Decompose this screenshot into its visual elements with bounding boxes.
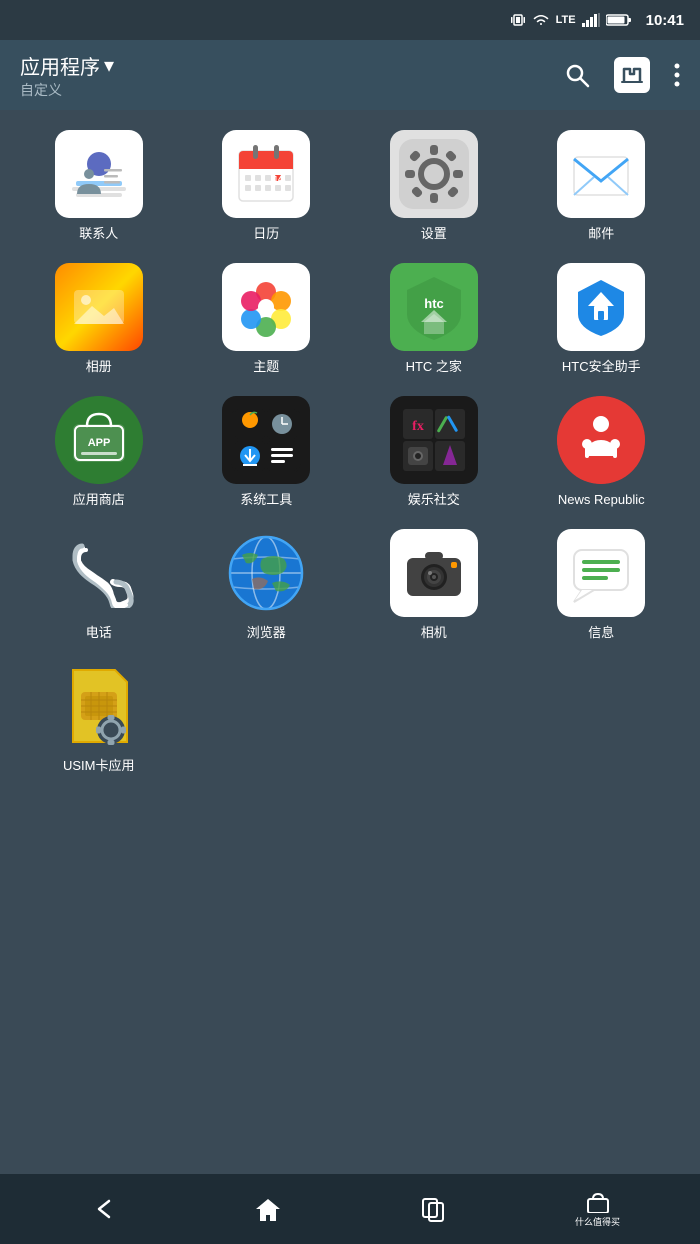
app-contacts[interactable]: 联系人 bbox=[20, 130, 178, 243]
htchome-label: HTC 之家 bbox=[406, 359, 462, 376]
status-bar: LTE 10:41 bbox=[0, 0, 700, 40]
email-icon bbox=[557, 130, 645, 218]
entertainment-label: 娱乐社交 bbox=[408, 492, 460, 509]
svg-text:fx: fx bbox=[412, 419, 424, 434]
settings-label: 设置 bbox=[421, 226, 447, 243]
app-browser[interactable]: 浏览器 bbox=[188, 529, 346, 642]
back-button[interactable] bbox=[73, 1184, 133, 1234]
watermark-button[interactable]: 什么值得买 bbox=[568, 1184, 628, 1234]
dropdown-arrow: ▾ bbox=[104, 53, 114, 78]
messages-label: 信息 bbox=[588, 625, 614, 642]
settings-icon bbox=[390, 130, 478, 218]
status-icons: LTE 10:41 bbox=[510, 12, 684, 29]
svg-text:htc: htc bbox=[424, 296, 444, 311]
camera-icon bbox=[390, 529, 478, 617]
calendar-icon: 14 bbox=[222, 130, 310, 218]
search-button[interactable] bbox=[564, 62, 590, 88]
browser-icon bbox=[222, 529, 310, 617]
calendar-label: 日历 bbox=[253, 226, 279, 243]
wifi-icon bbox=[532, 13, 550, 27]
app-entertainment[interactable]: fx 娱乐社交 bbox=[355, 396, 513, 509]
svg-text:14: 14 bbox=[274, 175, 283, 184]
app-appstore[interactable]: APP 应用商店 bbox=[20, 396, 178, 509]
gallery-icon bbox=[55, 263, 143, 351]
app-camera[interactable]: 相机 bbox=[355, 529, 513, 642]
app-calendar[interactable]: 14 日历 bbox=[188, 130, 346, 243]
top-bar-left: 应用程序 ▾ 自定义 bbox=[20, 51, 114, 100]
phone-icon bbox=[55, 529, 143, 617]
usim-icon bbox=[55, 662, 143, 750]
recent-button[interactable] bbox=[403, 1184, 463, 1234]
appstore-label: 应用商店 bbox=[73, 492, 125, 509]
usim-label: USIM卡应用 bbox=[63, 758, 135, 775]
themes-icon bbox=[222, 263, 310, 351]
camera-label: 相机 bbox=[421, 625, 447, 642]
status-time: 10:41 bbox=[646, 12, 684, 29]
watermark-text: 什么值得买 bbox=[575, 1215, 620, 1228]
contacts-icon bbox=[55, 130, 143, 218]
more-button[interactable] bbox=[674, 62, 680, 88]
app-messages[interactable]: 信息 bbox=[523, 529, 681, 642]
vibrate-icon bbox=[510, 12, 526, 28]
app-settings[interactable]: 设置 bbox=[355, 130, 513, 243]
appstore-icon: APP bbox=[55, 396, 143, 484]
top-bar: 应用程序 ▾ 自定义 bbox=[0, 40, 700, 110]
app-htcsecurity[interactable]: HTC安全助手 bbox=[523, 263, 681, 376]
app-title[interactable]: 应用程序 ▾ bbox=[20, 51, 114, 80]
app-email[interactable]: 邮件 bbox=[523, 130, 681, 243]
app-gallery[interactable]: 相册 bbox=[20, 263, 178, 376]
gallery-label: 相册 bbox=[86, 359, 112, 376]
app-phone[interactable]: 电话 bbox=[20, 529, 178, 642]
app-newsrepublic[interactable]: News Republic bbox=[523, 396, 681, 509]
app-usim[interactable]: USIM卡应用 bbox=[20, 662, 178, 775]
newsrepublic-icon bbox=[557, 396, 645, 484]
messages-icon bbox=[557, 529, 645, 617]
htc-shop-button[interactable] bbox=[614, 57, 650, 93]
signal-icon bbox=[582, 13, 600, 27]
app-systemtools[interactable]: 系统工具 bbox=[188, 396, 346, 509]
entertainment-icon: fx bbox=[390, 396, 478, 484]
phone-label: 电话 bbox=[86, 625, 112, 642]
app-grid: 联系人 14 bbox=[0, 110, 700, 784]
battery-icon bbox=[606, 13, 632, 27]
systemtools-icon bbox=[222, 396, 310, 484]
htcsecurity-icon bbox=[557, 263, 645, 351]
lte-icon: LTE bbox=[556, 14, 576, 26]
app-htchome[interactable]: htc HTC 之家 bbox=[355, 263, 513, 376]
top-bar-right bbox=[564, 57, 680, 93]
systemtools-label: 系统工具 bbox=[240, 492, 292, 509]
nav-bar: 什么值得买 bbox=[0, 1174, 700, 1244]
app-subtitle: 自定义 bbox=[20, 80, 114, 100]
browser-label: 浏览器 bbox=[247, 625, 286, 642]
home-button[interactable] bbox=[238, 1184, 298, 1234]
svg-text:APP: APP bbox=[87, 437, 110, 449]
htcsecurity-label: HTC安全助手 bbox=[562, 359, 641, 376]
newsrepublic-label: News Republic bbox=[558, 492, 645, 509]
themes-label: 主题 bbox=[253, 359, 279, 376]
email-label: 邮件 bbox=[588, 226, 614, 243]
app-themes[interactable]: 主题 bbox=[188, 263, 346, 376]
contacts-label: 联系人 bbox=[79, 226, 118, 243]
htchome-icon: htc bbox=[390, 263, 478, 351]
app-title-text: 应用程序 bbox=[20, 51, 100, 80]
